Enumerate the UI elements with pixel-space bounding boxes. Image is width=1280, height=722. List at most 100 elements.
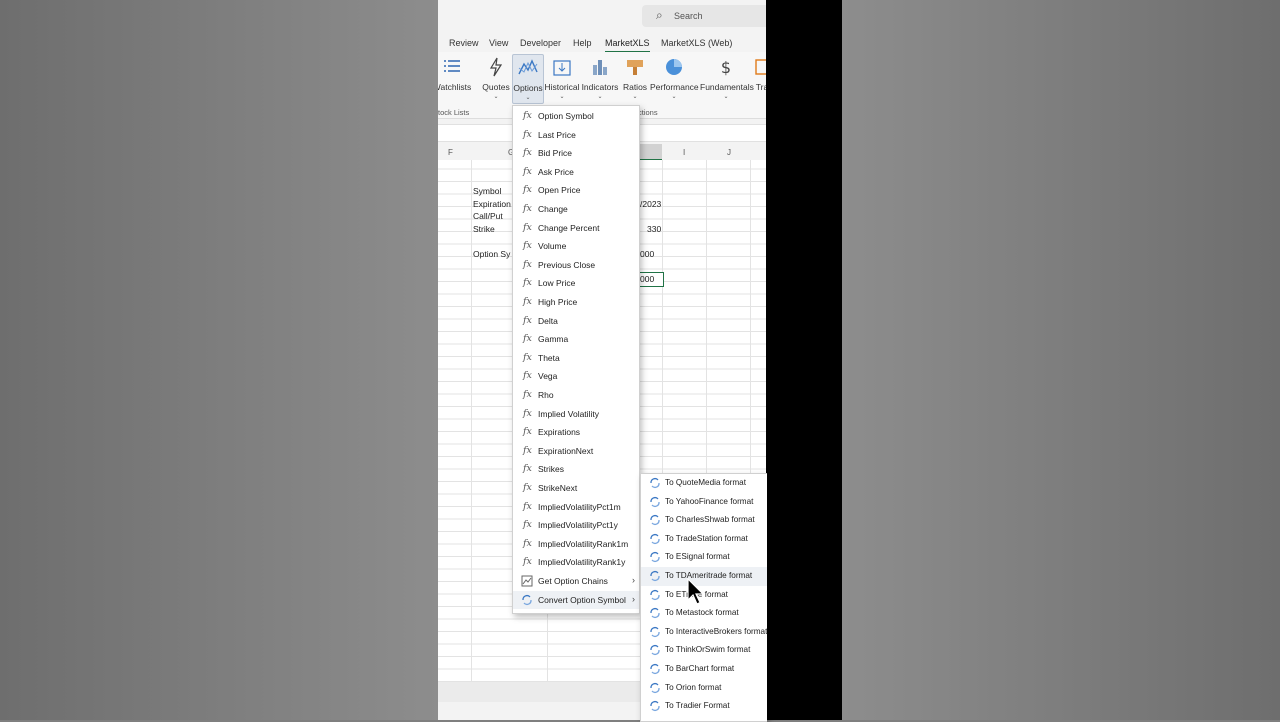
submenu-item-esignal[interactable]: To ESignal format	[641, 548, 767, 567]
historical-button[interactable]: Historical ⌄	[543, 54, 581, 102]
tab-developer[interactable]: Developer	[520, 38, 561, 48]
submenu-item-orion[interactable]: To Orion format	[641, 679, 767, 698]
quotes-label: Quotes	[482, 82, 510, 92]
menu-item-get-option-chains[interactable]: Get Option Chains ›	[513, 572, 639, 591]
menu-item-open-price[interactable]: fx Open Price	[513, 181, 639, 200]
submenu-item-yahoofinance[interactable]: To YahooFinance format	[641, 493, 767, 512]
function-icon: fx	[523, 203, 532, 214]
convert-icon	[650, 552, 660, 563]
submenu-item-label: To InteractiveBrokers format	[665, 626, 768, 636]
fundamentals-button[interactable]: $ Fundamentals ⌄	[700, 54, 754, 102]
menu-item-option-symbol[interactable]: fx Option Symbol	[513, 107, 639, 126]
menu-item-last-price[interactable]: fx Last Price	[513, 126, 639, 145]
submenu-item-charlesshwab[interactable]: To CharlesShwab format	[641, 511, 767, 530]
options-dropdown-menu: fx Option Symbol fx Last Price fx Bid Price…	[512, 105, 640, 614]
menu-item-bid-price[interactable]: fx Bid Price	[513, 144, 639, 163]
menu-item-change[interactable]: fx Change	[513, 200, 639, 219]
submenu-item-label: To Metastock format	[665, 608, 739, 618]
tab-help[interactable]: Help	[573, 38, 592, 48]
menu-item-strikes[interactable]: fx Strikes	[513, 460, 639, 479]
chevron-down-icon: ⌄	[597, 94, 603, 100]
cell-value[interactable]: 000	[640, 249, 654, 259]
menu-item-strike-next[interactable]: fx StrikeNext	[513, 479, 639, 498]
cell-strike-value[interactable]: 330	[647, 224, 661, 234]
cell-strike-label[interactable]: Strike	[473, 224, 495, 234]
tab-view[interactable]: View	[489, 38, 508, 48]
menu-item-iv-rank-1y[interactable]: fx ImpliedVolatilityRank1y	[513, 553, 639, 572]
cell-symbol-label[interactable]: Symbol	[473, 186, 501, 196]
selected-cell[interactable]: 000	[638, 272, 664, 287]
ratios-button[interactable]: Ratios ⌄	[621, 54, 649, 102]
convert-icon	[522, 594, 532, 605]
submenu-item-tradestation[interactable]: To TradeStation format	[641, 530, 767, 549]
menu-item-label: ImpliedVolatilityPct1y	[538, 520, 618, 531]
menu-item-expirations[interactable]: fx Expirations	[513, 423, 639, 442]
line-chart-icon	[518, 59, 538, 75]
menu-item-iv-pct-1y[interactable]: fx ImpliedVolatilityPct1y	[513, 516, 639, 535]
chevron-down-icon: ⌄	[493, 94, 499, 100]
submenu-item-thinkorswim[interactable]: To ThinkOrSwim format	[641, 641, 767, 660]
menu-item-expiration-next[interactable]: fx ExpirationNext	[513, 442, 639, 461]
menu-item-change-percent[interactable]: fx Change Percent	[513, 219, 639, 238]
tab-marketxls[interactable]: MarketXLS	[605, 38, 650, 53]
function-icon: fx	[523, 482, 532, 493]
watchlists-button[interactable]: Watchlists	[438, 54, 472, 102]
submenu-item-label: To YahooFinance format	[665, 496, 754, 506]
menu-item-vega[interactable]: fx Vega	[513, 367, 639, 386]
menu-item-delta[interactable]: fx Delta	[513, 312, 639, 331]
column-header-f[interactable]: F	[448, 148, 453, 157]
submenu-item-barchart[interactable]: To BarChart format	[641, 660, 767, 679]
function-icon: fx	[523, 407, 532, 419]
column-header-i[interactable]: I	[683, 148, 685, 157]
tab-marketxls-web[interactable]: MarketXLS (Web)	[661, 38, 732, 48]
menu-item-label: ImpliedVolatilityPct1m	[538, 501, 621, 512]
column-header-j[interactable]: J	[727, 148, 731, 157]
submenu-item-quotemedia[interactable]: To QuoteMedia format	[641, 474, 767, 493]
menu-item-rho[interactable]: fx Rho	[513, 386, 639, 405]
column-header-h[interactable]	[638, 144, 662, 161]
background-left	[0, 0, 438, 720]
trade-label: Tra	[755, 82, 766, 92]
menu-item-ask-price[interactable]: fx Ask Price	[513, 163, 639, 182]
indicators-button[interactable]: Indicators ⌄	[581, 54, 619, 102]
historical-label: Historical	[544, 82, 580, 92]
menu-item-iv-pct-1m[interactable]: fx ImpliedVolatilityPct1m	[513, 498, 639, 517]
list-icon	[444, 60, 460, 72]
menu-item-convert-option-symbol[interactable]: Convert Option Symbol ›	[513, 590, 639, 610]
menu-item-label: Theta	[538, 352, 560, 363]
menu-item-low-price[interactable]: fx Low Price	[513, 274, 639, 293]
trade-button[interactable]: Tra	[752, 54, 766, 102]
function-icon: fx	[523, 500, 532, 512]
cell-expiration-value[interactable]: /2023	[640, 199, 661, 209]
function-icon: fx	[523, 333, 532, 345]
performance-label: Performance	[650, 82, 699, 92]
menu-item-gamma[interactable]: fx Gamma	[513, 330, 639, 349]
quotes-button[interactable]: Quotes ⌄	[479, 54, 513, 102]
tab-review[interactable]: Review	[449, 38, 479, 48]
menu-item-previous-close[interactable]: fx Previous Close	[513, 256, 639, 275]
menu-item-volume[interactable]: fx Volume	[513, 237, 639, 256]
menu-item-label: Expirations	[538, 427, 581, 438]
cell-option-symbol-label[interactable]: Option Sy	[473, 249, 510, 259]
function-icon: fx	[523, 277, 532, 289]
chevron-right-icon: ›	[632, 575, 635, 585]
cell-expiration-label[interactable]: Expiration	[473, 199, 511, 209]
cell-callput-label[interactable]: Call/Put	[473, 211, 503, 221]
options-button[interactable]: Options ⌄	[512, 54, 544, 104]
menu-item-label: Rho	[538, 390, 554, 400]
menu-item-theta[interactable]: fx Theta	[513, 349, 639, 368]
chevron-down-icon: ⌄	[632, 94, 638, 100]
submenu-item-interactivebrokers[interactable]: To InteractiveBrokers format	[641, 623, 767, 642]
submenu-item-metastock[interactable]: To Metastock format	[641, 604, 767, 623]
menu-item-high-price[interactable]: fx High Price	[513, 293, 639, 312]
submenu-item-tradier[interactable]: To Tradier Format	[641, 697, 767, 716]
search-box[interactable]: ⌕ Search	[642, 5, 766, 27]
menu-tabs: Review View Developer Help MarketXLS Mar…	[438, 34, 766, 53]
black-strip	[766, 0, 842, 720]
menu-item-implied-volatility[interactable]: fx Implied Volatility	[513, 405, 639, 424]
menu-item-label: Gamma	[538, 334, 569, 345]
menu-item-iv-rank-1m[interactable]: fx ImpliedVolatilityRank1m	[513, 535, 639, 554]
performance-button[interactable]: Performance ⌄	[650, 54, 699, 102]
menu-item-label: Delta	[538, 315, 558, 326]
menu-item-label: Volume	[538, 241, 567, 252]
